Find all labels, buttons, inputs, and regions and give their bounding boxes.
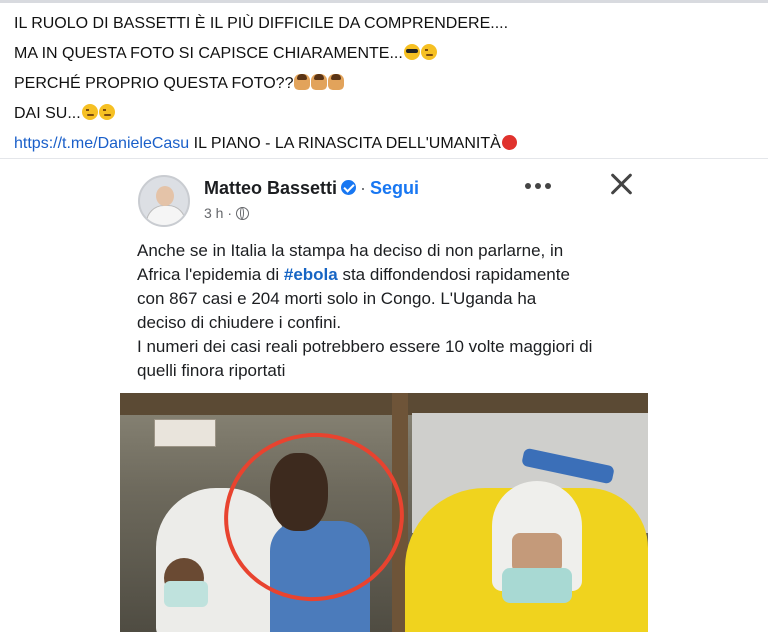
post-line-1-text: IL RUOLO DI BASSETTI È IL PIÙ DIFFICILE …: [14, 15, 509, 32]
post-line-2-text: MA IN QUESTA FOTO SI CAPISCE CHIARAMENTE…: [14, 45, 403, 62]
more-options-icon[interactable]: [525, 179, 555, 193]
post-line-5: https://t.me/DanieleCasu IL PIANO - LA R…: [14, 129, 754, 159]
post-meta: 3 h ·: [204, 205, 249, 221]
avatar-coat: [146, 205, 186, 225]
post-line-3-text: PERCHÉ PROPRIO QUESTA FOTO??: [14, 75, 294, 92]
photo-mask-left: [164, 581, 208, 607]
text-line-3: con 867 casi e 204 morti solo in Congo. …: [137, 289, 537, 308]
author-avatar[interactable]: [138, 175, 190, 227]
shared-post-text: Anche se in Italia la stampa ha deciso d…: [137, 239, 647, 383]
post-line-4-text: DAI SU...: [14, 105, 81, 122]
photo-face-right: [512, 533, 562, 573]
section-divider: [0, 158, 768, 159]
text-line-2: Africa l'epidemia di #ebola sta diffonde…: [137, 263, 647, 287]
meta-separator: ·: [227, 205, 233, 221]
close-icon[interactable]: [608, 171, 634, 197]
avatar-head: [156, 186, 174, 206]
text-line-2-post: sta diffondendosi rapidamente: [337, 265, 570, 284]
verified-badge-icon: [341, 180, 357, 195]
sunglasses-emoji-icon: [403, 44, 420, 60]
header-separator: ·: [360, 178, 367, 198]
post-line-3: PERCHÉ PROPRIO QUESTA FOTO??: [14, 69, 754, 99]
text-line-4: deciso di chiudere i confini.: [137, 313, 342, 332]
author-name[interactable]: Matteo Bassetti: [204, 178, 337, 198]
shared-post-card: Matteo Bassetti · Segui 3 h · Anche se in …: [120, 165, 648, 632]
photo-sign: [154, 419, 216, 447]
text-line-1: Anche se in Italia la stampa ha deciso d…: [137, 241, 564, 260]
wink-emoji-icon: [98, 104, 115, 120]
shrug-emoji-icon: [328, 74, 345, 90]
link-suffix-text: IL PIANO - LA RINASCITA DELL'UMANITÀ: [189, 135, 501, 152]
photo-beam: [120, 393, 648, 415]
post-line-2: MA IN QUESTA FOTO SI CAPISCE CHIARAMENTE…: [14, 39, 754, 69]
text-line-2-pre: Africa l'epidemia di: [137, 265, 284, 284]
post-photo[interactable]: [120, 393, 648, 632]
text-line-6: quelli finora riportati: [137, 361, 286, 380]
wink-emoji-icon: [420, 44, 437, 60]
red-circle-emoji-icon: [501, 135, 517, 150]
shrug-emoji-icon: [294, 74, 311, 90]
top-divider: [0, 0, 768, 3]
text-line-5: I numeri dei casi reali potrebbero esser…: [137, 337, 593, 356]
follow-button[interactable]: Segui: [370, 178, 419, 198]
post-time[interactable]: 3 h: [204, 205, 223, 221]
photo-mask-right: [502, 568, 572, 603]
post-text: IL RUOLO DI BASSETTI È IL PIÙ DIFFICILE …: [14, 9, 754, 159]
post-line-4: DAI SU...: [14, 99, 754, 129]
globe-icon: [235, 207, 249, 220]
wink-emoji-icon: [81, 104, 98, 120]
ebola-hashtag-link[interactable]: #ebola: [284, 265, 338, 284]
post-line-1: IL RUOLO DI BASSETTI È IL PIÙ DIFFICILE …: [14, 9, 754, 39]
author-header: Matteo Bassetti · Segui: [204, 178, 419, 199]
telegram-link[interactable]: https://t.me/DanieleCasu: [14, 135, 189, 152]
shrug-emoji-icon: [311, 74, 328, 90]
